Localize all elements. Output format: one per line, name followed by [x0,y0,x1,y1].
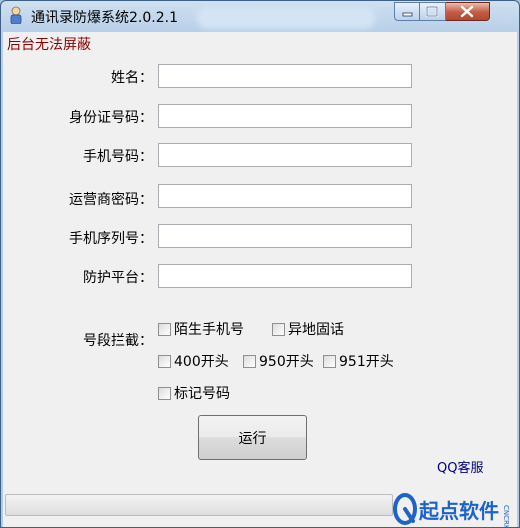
checkbox-label: 标记号码 [174,386,230,402]
number-block-label: 号段拦截： [83,333,153,349]
checkbox-label: 951开头 [339,354,394,370]
watermark-logo: 起点软件 CNCRK [393,493,510,528]
minimize-button[interactable] [394,2,420,21]
phone-number-input[interactable] [158,143,412,167]
checkbox-box[interactable] [323,354,336,368]
watermark-sub: CNCRK [502,505,510,528]
name-input[interactable] [158,64,412,88]
minimize-icon [402,12,413,17]
checkbox-label: 400开头 [174,354,229,370]
checkbox-box[interactable] [158,386,171,400]
checkbox-box[interactable] [158,322,171,336]
close-icon [460,5,474,18]
name-label: 姓名： [111,70,153,86]
notice-text: 后台无法屏蔽 [7,37,91,53]
checkbox-label: 950开头 [259,354,314,370]
checkbox-label: 陌生手机号 [174,322,244,338]
checkbox-stranger-mobile[interactable]: 陌生手机号 [158,319,244,339]
watermark-text: 起点软件 [418,499,499,523]
phone-serial-input[interactable] [158,224,412,248]
app-person-icon [10,6,22,24]
checkbox-box[interactable] [272,322,285,336]
qq-service-link[interactable]: QQ客服 [437,457,483,476]
checkbox-950[interactable]: 950开头 [243,351,314,371]
phone-serial-label: 手机序列号： [69,231,153,247]
checkbox-remote-landline[interactable]: 异地固话 [272,319,344,339]
checkbox-box[interactable] [243,354,256,368]
close-button[interactable] [446,2,490,21]
run-button[interactable]: 运行 [198,415,307,460]
id-number-input[interactable] [158,104,412,128]
protection-platform-label: 防护平台： [83,270,153,286]
checkbox-400[interactable]: 400开头 [158,351,229,371]
phone-number-label: 手机号码： [83,149,153,165]
maximize-icon [425,5,439,18]
maximize-button[interactable] [420,2,446,21]
window-title: 通讯录防爆系统2.0.2.1 [31,10,178,26]
client-area: 后台无法屏蔽 姓名： 身份证号码： 手机号码： 运营商密码： 手机序列号： 防护… [3,32,517,527]
checkbox-951[interactable]: 951开头 [323,351,394,371]
app-window: 通讯录防爆系统2.0.2.1 后台无法屏蔽 姓名： 身份证号码： 手机号码： 运… [0,0,520,528]
title-bar[interactable]: 通讯录防爆系统2.0.2.1 [1,1,519,31]
checkbox-label: 异地固话 [288,322,344,338]
protection-platform-input[interactable] [158,264,412,288]
id-number-label: 身份证号码： [69,110,153,126]
carrier-password-input[interactable] [158,184,412,208]
carrier-password-label: 运营商密码： [69,192,153,208]
progress-bar [5,494,393,516]
checkbox-marked-number[interactable]: 标记号码 [158,383,230,403]
title-blur [197,7,375,29]
checkbox-box[interactable] [158,354,171,368]
